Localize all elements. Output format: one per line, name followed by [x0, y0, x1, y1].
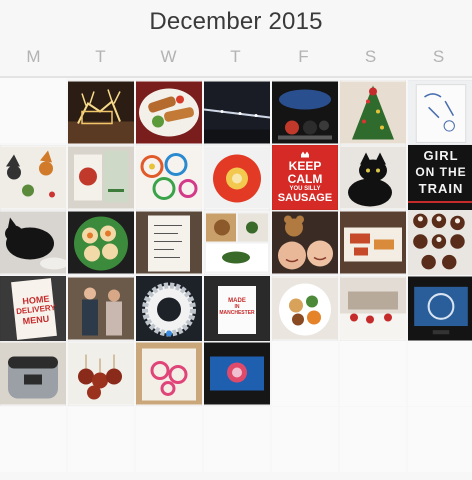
train-set-photo	[272, 81, 338, 144]
empty-day-cell	[408, 341, 472, 406]
day-cell-16[interactable]	[136, 210, 202, 275]
candy-apples-photo	[68, 342, 134, 405]
cat-card-photo	[0, 146, 66, 209]
day-cell-13[interactable]: GIRL ON THE TRAIN	[408, 145, 472, 210]
christmas-tree-photo	[340, 81, 406, 144]
reindeer-lights-photo	[68, 81, 134, 144]
day-cell-8[interactable]	[68, 145, 134, 210]
dim-sum-photo	[68, 211, 134, 274]
empty-day-cell	[340, 341, 406, 406]
day-cell-18[interactable]	[272, 210, 338, 275]
day-cell-24[interactable]: MADE IN MANCHESTER	[204, 276, 270, 341]
christmas-dinner-photo	[272, 277, 338, 340]
day-cell-27[interactable]	[408, 276, 472, 341]
empty-day-cell	[0, 78, 66, 143]
weekday-label-mon: M	[26, 47, 41, 66]
day-cell-10[interactable]	[204, 145, 270, 210]
rice-cooker-photo	[0, 342, 66, 405]
day-cell-9[interactable]	[136, 145, 202, 210]
day-cell-15[interactable]	[68, 210, 134, 275]
handwritten-letter-photo	[136, 211, 202, 274]
day-cell-22[interactable]	[68, 276, 134, 341]
day-cell-5[interactable]	[340, 80, 406, 145]
weekday-header: M T W T F S S	[0, 47, 472, 69]
color-wheel-photo	[136, 277, 202, 340]
weekday-label-thu: T	[230, 47, 241, 66]
day-cell-6[interactable]	[408, 80, 472, 145]
empty-day-cell	[272, 407, 338, 472]
book-title-line-3: TRAIN	[418, 181, 464, 196]
day-cell-3[interactable]	[204, 80, 270, 145]
day-cell-7[interactable]	[0, 145, 66, 210]
empty-day-cell	[204, 407, 270, 472]
day-cell-26[interactable]	[340, 276, 406, 341]
child-drawing-photo	[408, 80, 472, 145]
black-cat-photo	[340, 146, 406, 209]
stuffed-pepper-photo	[204, 146, 270, 209]
mandala-coloring-photo	[136, 146, 202, 209]
day-cell-21[interactable]: HOME DELIVERY MENU	[0, 276, 66, 341]
book-stripe	[408, 201, 472, 203]
empty-day-cell	[340, 407, 406, 472]
bag-text-line-3: MANCHESTER	[219, 310, 255, 316]
day-cell-30[interactable]	[136, 341, 202, 406]
day-cell-19[interactable]	[340, 210, 406, 275]
keep-calm-line-4: SAUSAGE	[277, 192, 333, 204]
month-title: December 2015	[149, 8, 323, 35]
weekday-label-sat: S	[364, 47, 377, 66]
day-cell-17[interactable]	[204, 210, 270, 275]
day-cell-28[interactable]	[0, 341, 66, 406]
day-cell-31[interactable]	[204, 341, 270, 406]
day-cell-25[interactable]	[272, 276, 338, 341]
day-cell-1[interactable]	[68, 80, 134, 145]
sleeping-cat-photo	[0, 211, 66, 274]
day-cell-20[interactable]	[408, 210, 472, 275]
day-cell-23[interactable]	[136, 276, 202, 341]
xmas-card-photo	[68, 146, 134, 209]
selfie-teddy-photo	[272, 211, 338, 274]
day-cell-12[interactable]	[340, 145, 406, 210]
weekday-label-wed: W	[160, 47, 177, 66]
weekday-label-fri: F	[298, 47, 309, 66]
empty-day-cell	[0, 407, 66, 472]
weekday-label-tue: T	[95, 47, 106, 66]
empty-day-cell	[408, 407, 472, 472]
cupcakes-photo	[408, 210, 472, 275]
day-cell-4[interactable]	[272, 80, 338, 145]
keep-calm-line-1: KEEP	[288, 159, 322, 173]
empty-day-cell	[272, 341, 338, 406]
night-sky-photo	[204, 81, 270, 144]
calendar-grid: KEEP CALM YOU SILLY SAUSAGE GIRL ON THE …	[0, 78, 472, 480]
food-collage-photo	[204, 211, 270, 274]
dining-table-photo	[340, 277, 406, 340]
sweets-bag-photo	[136, 342, 202, 405]
aquarium-tv-photo	[204, 342, 270, 405]
keep-calm-line-2: CALM	[287, 172, 323, 186]
day-cell-11[interactable]: KEEP CALM YOU SILLY SAUSAGE	[272, 145, 338, 210]
party-people-photo	[68, 277, 134, 340]
tv-screen-photo	[408, 276, 472, 341]
weekday-label-sun: S	[432, 47, 445, 66]
day-cell-14[interactable]	[0, 210, 66, 275]
food-plate-photo	[136, 81, 202, 144]
day-cell-2[interactable]	[136, 80, 202, 145]
book-title-line-2: ON THE	[415, 165, 467, 179]
empty-day-cell	[136, 407, 202, 472]
day-cell-29[interactable]	[68, 341, 134, 406]
book-title-line-1: GIRL	[423, 148, 459, 163]
cake-tray-photo	[340, 211, 406, 274]
empty-day-cell	[68, 407, 134, 472]
